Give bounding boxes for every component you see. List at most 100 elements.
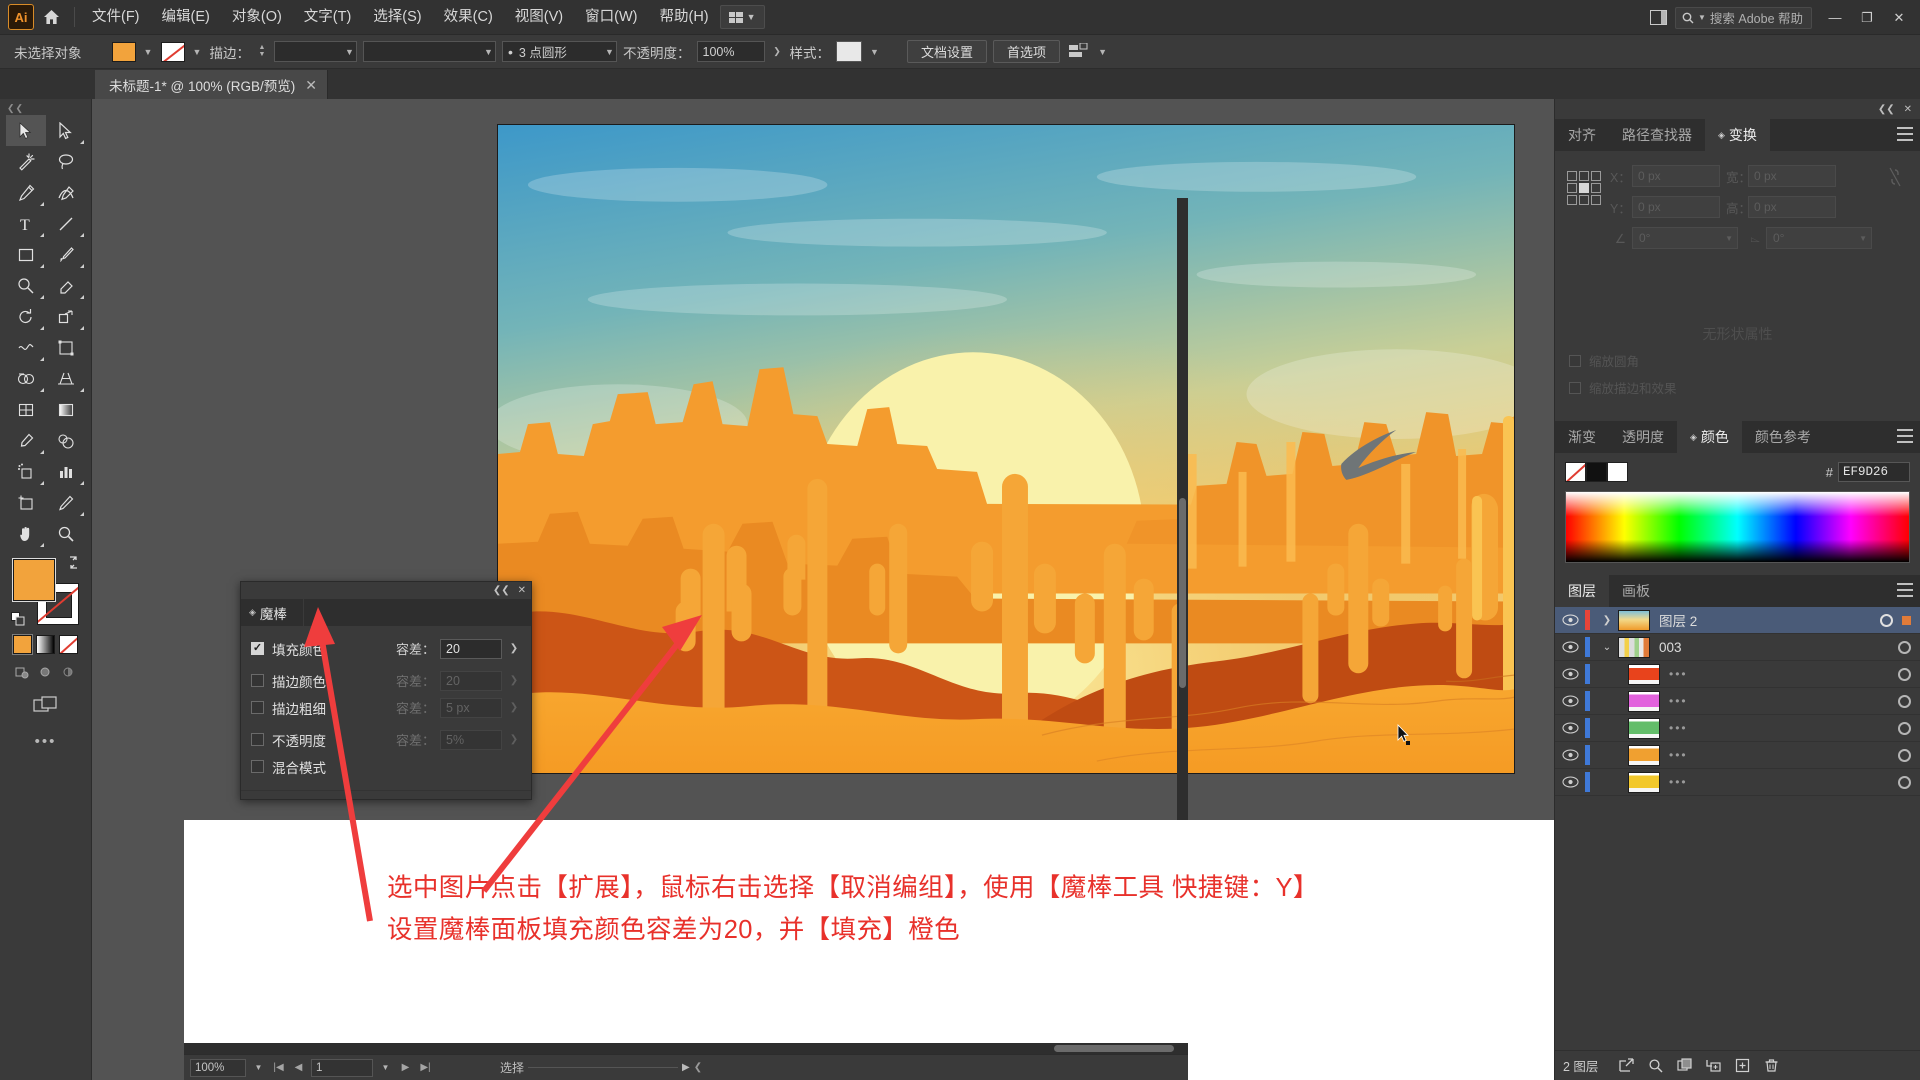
- transform-panel-menu-icon[interactable]: [1897, 127, 1913, 141]
- type-tool[interactable]: T: [6, 208, 46, 239]
- item-visibility-icon-5[interactable]: [1555, 776, 1585, 788]
- stroke-color-swatch[interactable]: [160, 41, 185, 62]
- search-help-box[interactable]: ▼ 搜索 Adobe 帮助: [1674, 6, 1812, 29]
- status-expand-icon[interactable]: ▶: [682, 1062, 690, 1073]
- variable-width-profile-combo[interactable]: ▼: [363, 41, 496, 62]
- opacity-checkbox[interactable]: [251, 733, 264, 746]
- panel-layout-icon[interactable]: [1647, 6, 1671, 30]
- color-white-swatch[interactable]: [1607, 462, 1628, 482]
- menu-file[interactable]: 文件(F): [81, 0, 151, 35]
- artboard-tool[interactable]: [6, 487, 46, 518]
- fill-swatch-large[interactable]: [11, 558, 56, 602]
- create-new-layer-icon[interactable]: [1729, 1055, 1755, 1077]
- menu-select[interactable]: 选择(S): [362, 0, 432, 35]
- prev-artboard-button[interactable]: ◀: [291, 1062, 306, 1073]
- window-maximize-button[interactable]: ❐: [1852, 5, 1882, 31]
- default-fill-stroke-icon[interactable]: [10, 612, 26, 627]
- rotate-tool[interactable]: [6, 301, 46, 332]
- layer-expand-icon[interactable]: ❯: [1596, 615, 1618, 626]
- stroke-weight-value[interactable]: [275, 41, 343, 62]
- brush-caret-icon[interactable]: ▼: [603, 42, 616, 62]
- next-artboard-button[interactable]: ▶: [398, 1062, 413, 1073]
- layer-visibility-icon[interactable]: [1555, 614, 1585, 626]
- opacity-expand-icon-wand[interactable]: ❯: [507, 734, 521, 745]
- sublayer-target-icon[interactable]: [1898, 640, 1911, 654]
- status-collapse-icon[interactable]: ❮: [694, 1062, 702, 1073]
- stroke-weight-tolerance-input[interactable]: 5 px: [440, 697, 502, 718]
- scale-strokes-option[interactable]: 缩放描边和效果: [1569, 378, 1677, 397]
- window-minimize-button[interactable]: —: [1820, 5, 1850, 31]
- reference-point-selector[interactable]: [1567, 171, 1601, 205]
- magic-wand-row-fill-color[interactable]: 填充颜色 容差： 20 ❯: [251, 635, 521, 662]
- shaper-tool[interactable]: [6, 270, 46, 301]
- scale-tool[interactable]: [46, 301, 86, 332]
- transform-collapse-icon[interactable]: ❮❮: [1878, 104, 1895, 115]
- item-target-icon-3[interactable]: [1898, 721, 1911, 735]
- blending-mode-checkbox[interactable]: [251, 760, 264, 773]
- delete-selection-icon[interactable]: [1758, 1055, 1784, 1077]
- horizontal-scroll-thumb[interactable]: [1054, 1045, 1174, 1052]
- layer-row-item-4[interactable]: •••: [1555, 742, 1920, 769]
- color-mode-none[interactable]: [59, 635, 78, 654]
- tab-layers[interactable]: 图层: [1555, 575, 1609, 607]
- item-visibility-icon-4[interactable]: [1555, 749, 1585, 761]
- variable-width-profile-value[interactable]: [364, 41, 482, 62]
- color-none-swatch[interactable]: [1565, 462, 1586, 482]
- menu-view[interactable]: 视图(V): [504, 0, 574, 35]
- paintbrush-tool[interactable]: [46, 239, 86, 270]
- document-tab-close-icon[interactable]: ✕: [305, 78, 317, 92]
- color-spectrum-bar[interactable]: [1565, 491, 1910, 563]
- selection-tool[interactable]: [5, 115, 46, 146]
- tab-gradient[interactable]: 渐变: [1555, 421, 1609, 453]
- slice-tool[interactable]: [46, 487, 86, 518]
- opacity-tolerance-input[interactable]: 5%: [440, 729, 502, 750]
- magic-wand-row-stroke-color[interactable]: 描边颜色 容差： 20 ❯: [251, 667, 521, 694]
- screen-mode-icon[interactable]: [31, 693, 61, 717]
- transform-close-icon[interactable]: ✕: [1904, 104, 1912, 115]
- stroke-weight-combo[interactable]: ▼: [274, 41, 357, 62]
- preferences-button[interactable]: 首选项: [993, 40, 1061, 63]
- blend-tool[interactable]: [46, 425, 86, 456]
- artboard-number-field[interactable]: 1: [311, 1058, 373, 1077]
- fill-color-swatch[interactable]: [111, 41, 136, 62]
- item-target-icon-5[interactable]: [1898, 775, 1911, 789]
- item-target-icon-2[interactable]: [1898, 694, 1911, 708]
- menu-effect[interactable]: 效果(C): [433, 0, 504, 35]
- shear-angle-input[interactable]: 0° ▼: [1766, 227, 1872, 249]
- magic-wand-collapse-icon[interactable]: ❮❮: [493, 585, 510, 596]
- tab-align[interactable]: 对齐: [1555, 119, 1609, 151]
- layer-row-item-1[interactable]: •••: [1555, 661, 1920, 688]
- rectangle-tool[interactable]: [6, 239, 46, 270]
- layer-target-icon[interactable]: [1880, 613, 1893, 627]
- layer-name[interactable]: 图层 2: [1659, 610, 1697, 630]
- eraser-tool[interactable]: [46, 270, 86, 301]
- status-text-group[interactable]: 选择 ▶ ❮: [500, 1059, 702, 1076]
- transform-height-input[interactable]: 0 px: [1748, 196, 1836, 218]
- gradient-tool[interactable]: [46, 394, 86, 425]
- pen-tool[interactable]: [6, 177, 46, 208]
- artboard[interactable]: [497, 124, 1515, 774]
- draw-inside-icon[interactable]: [59, 663, 79, 681]
- magic-wand-row-blending-mode[interactable]: 混合模式: [251, 753, 521, 780]
- stroke-color-tolerance-input[interactable]: 20: [440, 670, 502, 691]
- color-black-swatch[interactable]: [1586, 462, 1607, 482]
- home-icon[interactable]: [34, 0, 68, 35]
- scale-corners-option[interactable]: 缩放圆角: [1569, 351, 1677, 370]
- constrain-proportions-icon[interactable]: [1882, 165, 1908, 189]
- opacity-expand-icon[interactable]: ❯: [771, 42, 784, 62]
- menu-window[interactable]: 窗口(W): [574, 0, 648, 35]
- transform-x-input[interactable]: 0 px: [1632, 165, 1720, 187]
- edit-toolbar-icon[interactable]: •••: [35, 733, 57, 750]
- fill-tolerance-input[interactable]: 20: [440, 638, 502, 659]
- magic-wand-tool[interactable]: [6, 146, 46, 177]
- document-setup-button[interactable]: 文档设置: [907, 40, 988, 63]
- stroke-weight-caret-icon[interactable]: ▼: [343, 42, 356, 62]
- tools-panel-grip[interactable]: ❮❮: [0, 103, 91, 115]
- width-tool[interactable]: [6, 332, 46, 363]
- layer-row-003[interactable]: ⌄ 003: [1555, 634, 1920, 661]
- menu-type[interactable]: 文字(T): [293, 0, 363, 35]
- document-tab[interactable]: 未标题-1* @ 100% (RGB/预览) ✕: [95, 70, 328, 99]
- zoom-dropdown-icon[interactable]: ▼: [251, 1063, 266, 1072]
- rotate-angle-input[interactable]: 0° ▼: [1632, 227, 1738, 249]
- locate-object-icon[interactable]: [1613, 1055, 1639, 1077]
